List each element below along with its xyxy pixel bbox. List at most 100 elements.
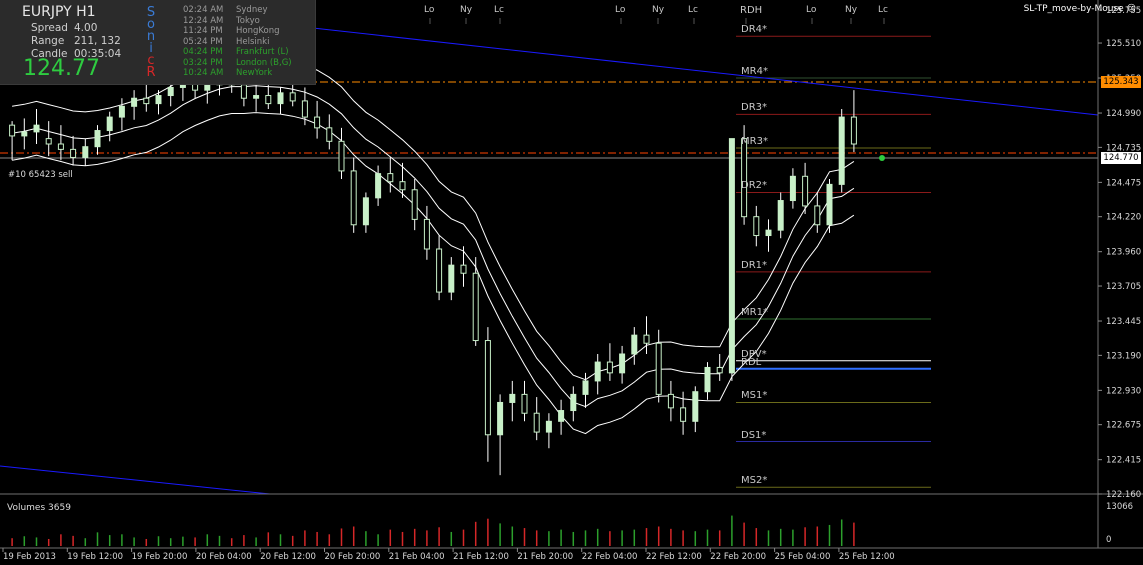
time-axis-label: 21 Feb 20:00 xyxy=(517,552,573,562)
session-time: 05:24 PM xyxy=(183,36,223,47)
bear-candle xyxy=(533,412,540,433)
bull-candle xyxy=(204,84,211,91)
ea-name: SL-TP_move-by-Mouse ☺ xyxy=(1023,4,1136,14)
pivot-label: MS1* xyxy=(741,390,768,402)
session-tag: Lo xyxy=(806,5,817,15)
bear-candle xyxy=(45,138,52,145)
bear-candle xyxy=(423,218,430,250)
info-panel: EURJPY H1 Spread 4.00 Range 211, 132 Can… xyxy=(0,0,316,85)
bull-candle xyxy=(631,334,638,355)
session-time: 04:24 PM xyxy=(183,47,223,57)
time-axis-label: 19 Feb 12:00 xyxy=(67,552,123,562)
bull-candle xyxy=(777,200,784,231)
bull-candle xyxy=(826,183,833,226)
bull-candle xyxy=(765,229,772,237)
bull-candle xyxy=(789,175,796,202)
pivot-label: DR1* xyxy=(741,259,768,271)
session-city: HongKong xyxy=(236,26,280,36)
time-axis-label: 19 Feb 2013 xyxy=(3,552,56,562)
bear-candle xyxy=(399,181,406,191)
band-line xyxy=(12,85,855,408)
pivot-label: RDL xyxy=(741,356,762,368)
pivot-label: MS2* xyxy=(741,475,768,487)
bear-candle xyxy=(606,361,613,374)
bull-candle xyxy=(692,391,699,422)
bear-candle xyxy=(655,342,662,395)
bear-candle xyxy=(314,116,321,129)
bear-candle xyxy=(814,205,821,226)
bull-candle xyxy=(362,197,369,226)
price-axis-label: 124.475 xyxy=(1106,178,1141,188)
session-city: London (B,G) xyxy=(236,57,292,68)
spread-value: 4.00 xyxy=(74,22,98,34)
volume-axis-label: 0 xyxy=(1106,535,1111,545)
pivot-label: DS1* xyxy=(741,429,767,441)
price-axis-label: 122.675 xyxy=(1106,421,1141,431)
bear-candle xyxy=(240,84,247,99)
time-axis-label: 21 Feb 04:00 xyxy=(389,552,445,562)
bear-candle xyxy=(521,393,528,414)
volume-axis-label: 13066 xyxy=(1106,502,1133,512)
bull-candle xyxy=(94,130,101,148)
pivot-label: DR3* xyxy=(741,102,768,114)
bear-candle xyxy=(57,143,64,150)
bear-candle xyxy=(680,407,687,422)
time-axis-label: 25 Feb 04:00 xyxy=(775,552,831,562)
bear-candle xyxy=(326,127,333,142)
bull-candle xyxy=(558,410,565,422)
session-tag: Lc xyxy=(494,5,504,15)
bull-candle xyxy=(33,124,40,133)
bear-candle xyxy=(301,100,308,118)
pivot-label: DR2* xyxy=(741,180,768,192)
bull-candle xyxy=(375,173,382,199)
pivot-label: DR4* xyxy=(741,24,768,36)
bull-candle xyxy=(82,146,89,158)
bear-candle xyxy=(265,95,272,105)
bear-candle xyxy=(850,116,857,145)
bull-candle xyxy=(594,361,601,382)
bull-candle xyxy=(155,95,162,105)
price-axis-label: 124.990 xyxy=(1106,109,1141,119)
bull-candle xyxy=(545,420,552,433)
spread-row: Spread 4.00 xyxy=(31,22,98,34)
bear-candle xyxy=(802,175,809,207)
bull-candle xyxy=(509,393,516,403)
time-axis-label: 22 Feb 12:00 xyxy=(646,552,702,562)
bull-candle xyxy=(253,95,260,99)
time-axis-label: 21 Feb 12:00 xyxy=(453,552,509,562)
price-axis-label: 123.960 xyxy=(1106,248,1141,258)
price-axis-label: 123.190 xyxy=(1106,351,1141,361)
order-label[interactable]: #10 65423 sell xyxy=(8,170,73,180)
session-time: 03:24 PM xyxy=(183,57,223,68)
bull-candle xyxy=(497,401,504,436)
bull-candle xyxy=(582,380,589,395)
bull-candle xyxy=(728,138,735,374)
bull-candle xyxy=(21,131,28,137)
session-tag: Ny xyxy=(460,5,473,15)
bear-candle xyxy=(472,272,479,342)
bull-candle xyxy=(838,116,845,185)
bear-candle xyxy=(484,340,491,436)
session-tag: Lc xyxy=(688,5,698,15)
price-axis-label: 122.160 xyxy=(1106,490,1141,500)
pivot-label: MR1* xyxy=(741,307,768,318)
session-city: Tokyo xyxy=(236,15,260,26)
band-line xyxy=(12,58,855,381)
symbol-timeframe: EURJPY H1 xyxy=(22,4,96,20)
bear-candle xyxy=(667,393,674,409)
session-city: Frankfurt (L) xyxy=(236,47,289,57)
bull-candle xyxy=(106,116,113,132)
chart-grid xyxy=(429,18,885,24)
envelope-bands xyxy=(12,58,855,435)
bear-candle xyxy=(716,366,723,374)
price-axis-label: 124.220 xyxy=(1106,213,1141,223)
bull-candle xyxy=(704,366,711,393)
bear-candle xyxy=(753,216,760,237)
bull-candle xyxy=(448,264,455,293)
bear-candle xyxy=(741,138,748,218)
pivot-label: MR3* xyxy=(741,136,768,148)
bull-candle xyxy=(619,353,626,374)
bear-candle xyxy=(436,248,443,293)
session-time: 11:24 PM xyxy=(183,26,223,36)
bear-candle xyxy=(460,264,467,274)
